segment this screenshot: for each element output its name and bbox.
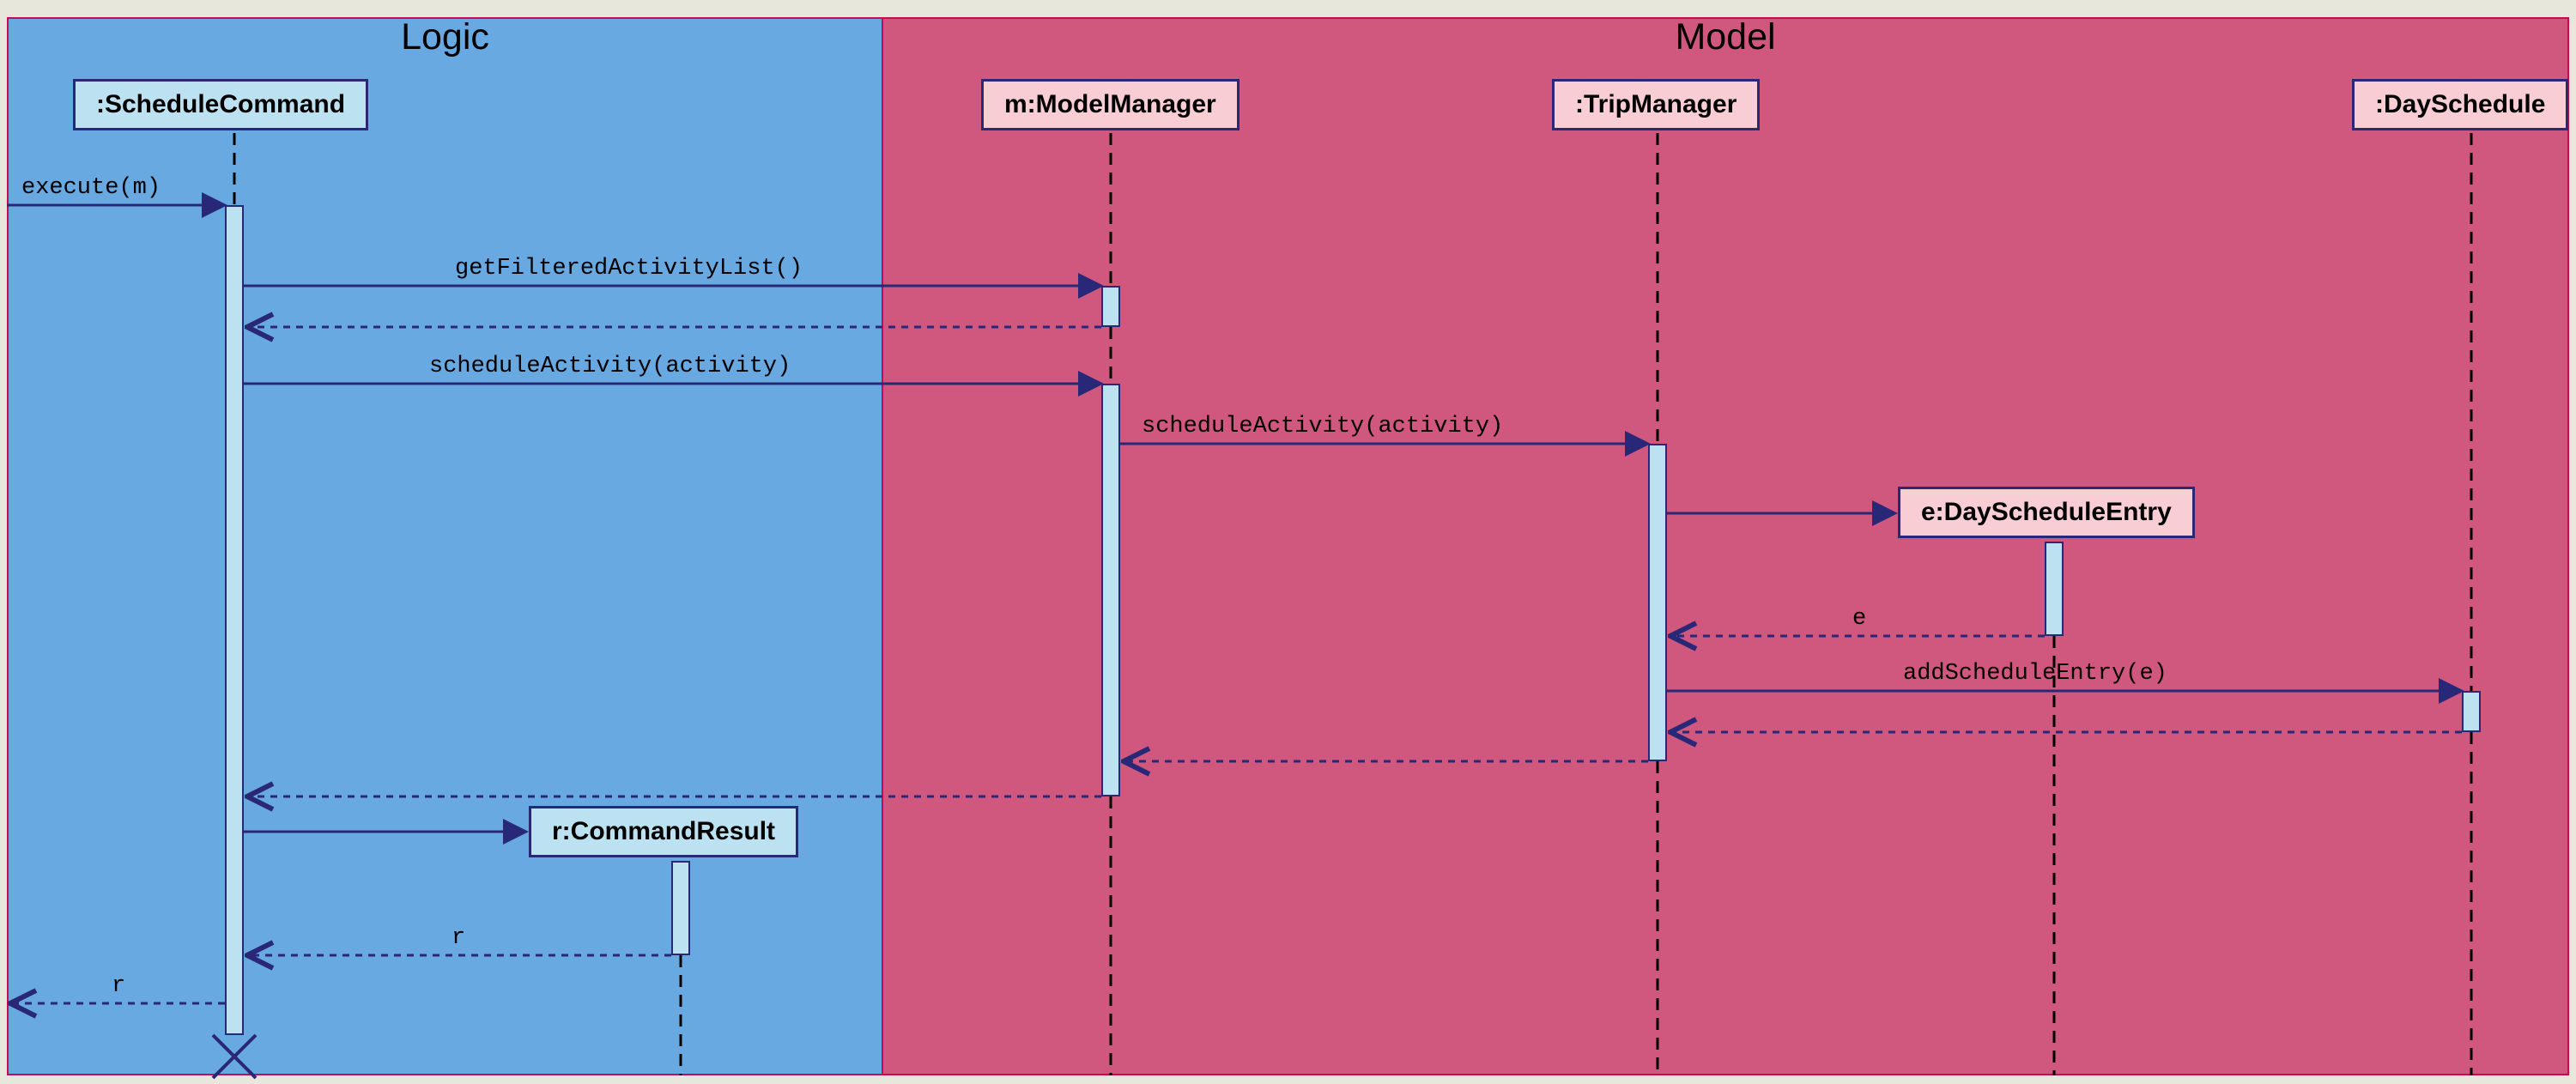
participant-label: :TripManager <box>1575 90 1737 118</box>
participant-trip-manager: :TripManager <box>1552 79 1760 130</box>
msg-get-filtered-activity-list: getFilteredActivityList() <box>455 256 803 282</box>
activation-model-manager-2 <box>1101 384 1120 796</box>
activation-day-schedule <box>2462 691 2481 732</box>
participant-command-result: r:CommandResult <box>529 806 798 857</box>
activation-trip-manager <box>1648 444 1667 761</box>
participant-day-schedule: :DaySchedule <box>2352 79 2568 130</box>
msg-return-r2: r <box>112 973 125 999</box>
participant-model-manager: m:ModelManager <box>981 79 1240 130</box>
participant-label: m:ModelManager <box>1004 90 1216 118</box>
participant-day-schedule-entry: e:DayScheduleEntry <box>1898 487 2195 538</box>
participant-schedule-command: :ScheduleCommand <box>73 79 368 130</box>
msg-schedule-activity-1: scheduleActivity(activity) <box>429 354 791 379</box>
msg-return-r1: r <box>452 925 465 951</box>
msg-add-schedule-entry: addScheduleEntry(e) <box>1903 661 2167 687</box>
participant-label: r:CommandResult <box>552 817 775 845</box>
participant-label: :DaySchedule <box>2375 90 2545 118</box>
activation-command-result <box>671 861 690 955</box>
activation-schedule-command <box>225 205 244 1035</box>
activation-day-schedule-entry <box>2045 542 2064 636</box>
frame-model-title: Model <box>883 16 2567 58</box>
participant-label: :ScheduleCommand <box>96 90 345 118</box>
frame-model: Model <box>882 17 2569 1075</box>
activation-model-manager-1 <box>1101 286 1120 327</box>
msg-return-e: e <box>1852 606 1866 632</box>
msg-schedule-activity-2: scheduleActivity(activity) <box>1142 414 1503 439</box>
participant-label: e:DayScheduleEntry <box>1921 498 2172 526</box>
sequence-diagram: Logic Model :ScheduleCommand m:ModelMana… <box>0 0 2576 1084</box>
frame-logic-title: Logic <box>9 16 882 58</box>
msg-execute: execute(m) <box>21 175 161 201</box>
